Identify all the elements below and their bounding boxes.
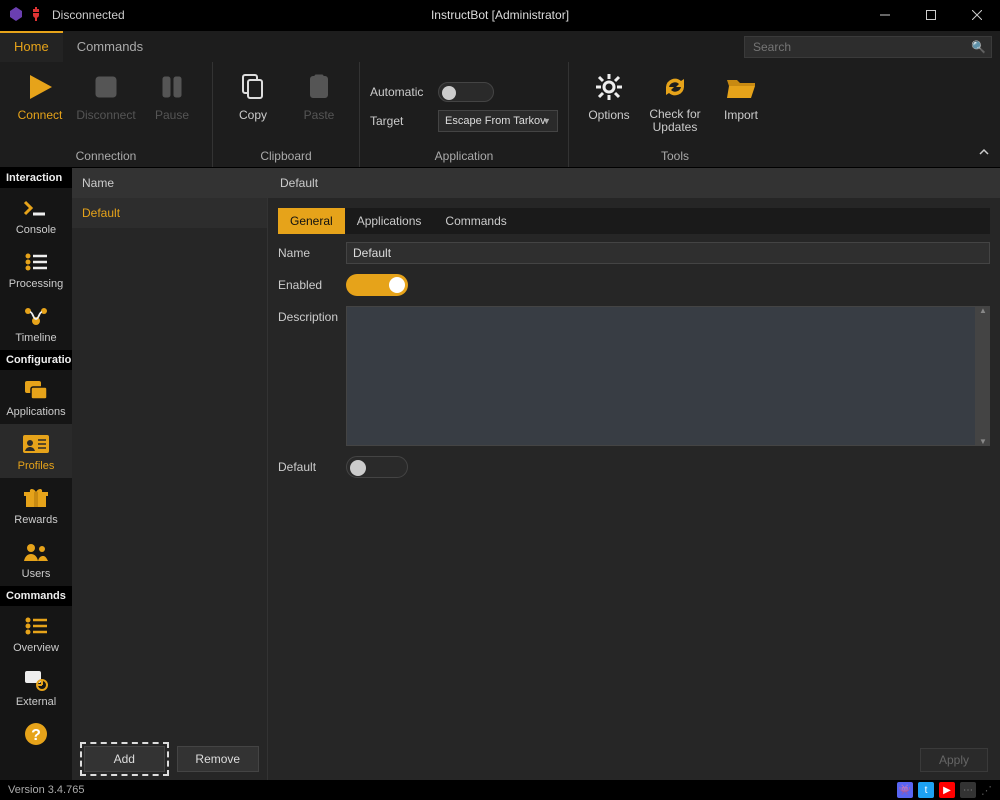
play-icon [24, 70, 56, 104]
apply-button[interactable]: Apply [920, 748, 988, 772]
profiles-list: Name Default Add Remove [72, 168, 268, 780]
ribbon-group-connection: Connect Disconnect Pause Connection [0, 62, 213, 167]
ribbon-group-clipboard: Copy Paste Clipboard [213, 62, 360, 167]
windows-icon [23, 377, 49, 403]
description-label: Description [278, 306, 336, 324]
default-toggle[interactable] [346, 456, 408, 478]
scrollbar[interactable]: ▲▼ [976, 306, 990, 446]
svg-text:?: ? [31, 727, 41, 744]
list-header[interactable]: Name [72, 168, 267, 198]
check-updates-button[interactable]: Check for Updates [645, 70, 705, 134]
description-input[interactable] [346, 306, 976, 446]
ribbon-group-label: Connection [10, 145, 202, 167]
disconnect-button: Disconnect [76, 70, 136, 122]
titlebar: Disconnected InstructBot [Administrator] [0, 0, 1000, 30]
target-label: Target [370, 114, 428, 128]
gift-icon [23, 485, 49, 511]
sidebar-item-rewards[interactable]: Rewards [0, 478, 72, 532]
users-icon [22, 539, 50, 565]
name-label: Name [278, 242, 336, 260]
maximize-button[interactable] [908, 0, 954, 30]
tab-applications[interactable]: Applications [345, 208, 434, 234]
sidebar-item-profiles[interactable]: Profiles [0, 424, 72, 478]
sidebar-item-timeline[interactable]: Timeline [0, 296, 72, 350]
statusbar: Version 3.4.765 👾 t ▶ ⋯ ⋰ [0, 780, 1000, 800]
name-input[interactable] [346, 242, 990, 264]
external-icon [23, 667, 49, 693]
detail-header: Default [268, 168, 1000, 198]
paste-button: Paste [289, 70, 349, 122]
timeline-icon [22, 303, 50, 329]
connect-button[interactable]: Connect [10, 70, 70, 122]
ribbon-group-application: Automatic Target Escape From Tarkov ▼ Ap… [360, 62, 569, 167]
detail-tabs: General Applications Commands [278, 208, 990, 234]
folder-open-icon [725, 70, 757, 104]
id-card-icon [22, 431, 50, 457]
search-icon: 🔍 [971, 40, 986, 54]
options-button[interactable]: Options [579, 70, 639, 122]
minimize-button[interactable] [862, 0, 908, 30]
ribbon: Connect Disconnect Pause Connection Copy… [0, 62, 1000, 168]
sidebar-item-help[interactable]: ? [0, 714, 72, 753]
sidebar-item-overview[interactable]: Overview [0, 606, 72, 660]
tab-commands[interactable]: Commands [433, 208, 518, 234]
list-gear-icon [23, 249, 49, 275]
stop-icon [92, 70, 120, 104]
ribbon-group-label: Application [370, 145, 558, 167]
paste-icon [305, 70, 333, 104]
overview-icon [23, 613, 49, 639]
twitter-icon[interactable]: t [918, 782, 934, 798]
sidebar-item-console[interactable]: Console [0, 188, 72, 242]
sidebar: Interaction Console Processing Timeline … [0, 168, 72, 780]
window-title: InstructBot [Administrator] [431, 8, 569, 22]
automatic-toggle[interactable] [438, 82, 494, 102]
import-button[interactable]: Import [711, 70, 771, 122]
list-item[interactable]: Default [72, 198, 267, 228]
connection-status-text: Disconnected [52, 8, 125, 22]
pause-icon [158, 70, 186, 104]
menu-commands[interactable]: Commands [63, 31, 157, 62]
sidebar-section-commands: Commands [0, 586, 72, 606]
sidebar-section-configuration: Configuration [0, 350, 72, 370]
help-icon: ? [24, 721, 48, 747]
gear-icon [594, 70, 624, 104]
plug-icon [28, 6, 44, 25]
tab-general[interactable]: General [278, 208, 345, 234]
version-text: Version 3.4.765 [8, 784, 84, 796]
ribbon-group-tools: Options Check for Updates Import Tools [569, 62, 781, 167]
refresh-icon [660, 70, 690, 104]
enabled-toggle[interactable] [346, 274, 408, 296]
pause-button: Pause [142, 70, 202, 122]
default-label: Default [278, 456, 336, 474]
enabled-label: Enabled [278, 274, 336, 292]
ribbon-collapse-button[interactable] [978, 146, 990, 161]
sidebar-item-external[interactable]: External [0, 660, 72, 714]
copy-icon [239, 70, 267, 104]
sidebar-item-processing[interactable]: Processing [0, 242, 72, 296]
close-button[interactable] [954, 0, 1000, 30]
sidebar-item-applications[interactable]: Applications [0, 370, 72, 424]
ribbon-group-label: Clipboard [223, 145, 349, 167]
copy-button[interactable]: Copy [223, 70, 283, 122]
sidebar-item-users[interactable]: Users [0, 532, 72, 586]
ribbon-group-label: Tools [579, 145, 771, 167]
youtube-icon[interactable]: ▶ [939, 782, 955, 798]
menubar: Home Commands 🔍 [0, 30, 1000, 62]
sidebar-section-interaction: Interaction [0, 168, 72, 188]
menu-home[interactable]: Home [0, 31, 63, 62]
main-area: Interaction Console Processing Timeline … [0, 168, 1000, 780]
console-icon [23, 195, 49, 221]
add-button[interactable]: Add [84, 746, 165, 772]
detail-pane: Default General Applications Commands Na… [268, 168, 1000, 780]
chevron-down-icon: ▼ [542, 116, 551, 126]
automatic-label: Automatic [370, 85, 428, 99]
remove-button[interactable]: Remove [177, 746, 260, 772]
misc-icon[interactable]: ⋯ [960, 782, 976, 798]
target-select[interactable]: Escape From Tarkov ▼ [438, 110, 558, 132]
highlight-box: Add [80, 742, 169, 776]
search-input[interactable] [744, 36, 992, 58]
resize-grip-icon[interactable]: ⋰ [981, 784, 992, 797]
app-icon [8, 6, 24, 25]
discord-icon[interactable]: 👾 [897, 782, 913, 798]
